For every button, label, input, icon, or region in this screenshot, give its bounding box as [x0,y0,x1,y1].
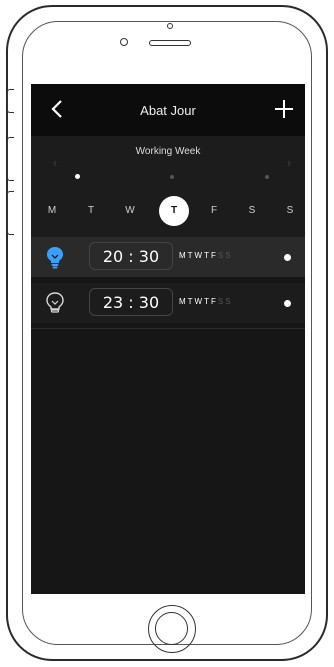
page-title: Abat Jour [140,103,196,118]
bulb-outline-icon [46,292,64,313]
repeat-days-off: SS [217,251,233,260]
repeat-days-on: MTWTF [179,251,218,260]
status-dot[interactable] [284,254,291,261]
repeat-days[interactable]: MTWTFSS [179,297,233,306]
day-row: M T W T F S S [31,196,305,226]
app-screen: Abat Jour Working Week ‹ › M T W T F S S [31,84,305,594]
bulb-icon [47,247,63,269]
day-button-selected[interactable]: T [159,196,189,226]
status-dot[interactable] [284,300,291,307]
home-button[interactable] [148,605,196,653]
volume-up-button [7,137,14,181]
divider [31,328,305,329]
navbar: Abat Jour [31,84,305,136]
front-camera [120,38,128,46]
week-title: Working Week [135,146,201,157]
chevron-right-icon[interactable]: › [287,156,291,170]
mute-switch [7,89,14,113]
page-indicator-dot [170,175,174,179]
alarm-row[interactable]: 23 : 30 MTWTFSS [31,283,305,323]
repeat-days-off: SS [217,297,233,306]
page-indicator-dot [75,174,80,179]
plus-icon[interactable] [271,96,297,122]
sensor [167,23,173,29]
alarm-row[interactable]: 20 : 30 MTWTFSS [31,237,305,277]
volume-down-button [7,191,14,235]
day-button[interactable]: S [275,196,305,226]
week-selector: Working Week ‹ › M T W T F S S [31,136,305,246]
speaker [149,40,191,46]
time-field[interactable]: 20 : 30 [89,242,173,270]
repeat-days-on: MTWTF [179,297,218,306]
day-button[interactable]: S [237,196,267,226]
chevron-left-icon[interactable]: ‹ [53,156,57,170]
day-button[interactable]: W [115,196,145,226]
day-button[interactable]: F [199,196,229,226]
time-field[interactable]: 23 : 30 [89,288,173,316]
page-indicator-dot [265,175,269,179]
day-button[interactable]: M [37,196,67,226]
repeat-days[interactable]: MTWTFSS [179,251,233,260]
day-button[interactable]: T [76,196,106,226]
